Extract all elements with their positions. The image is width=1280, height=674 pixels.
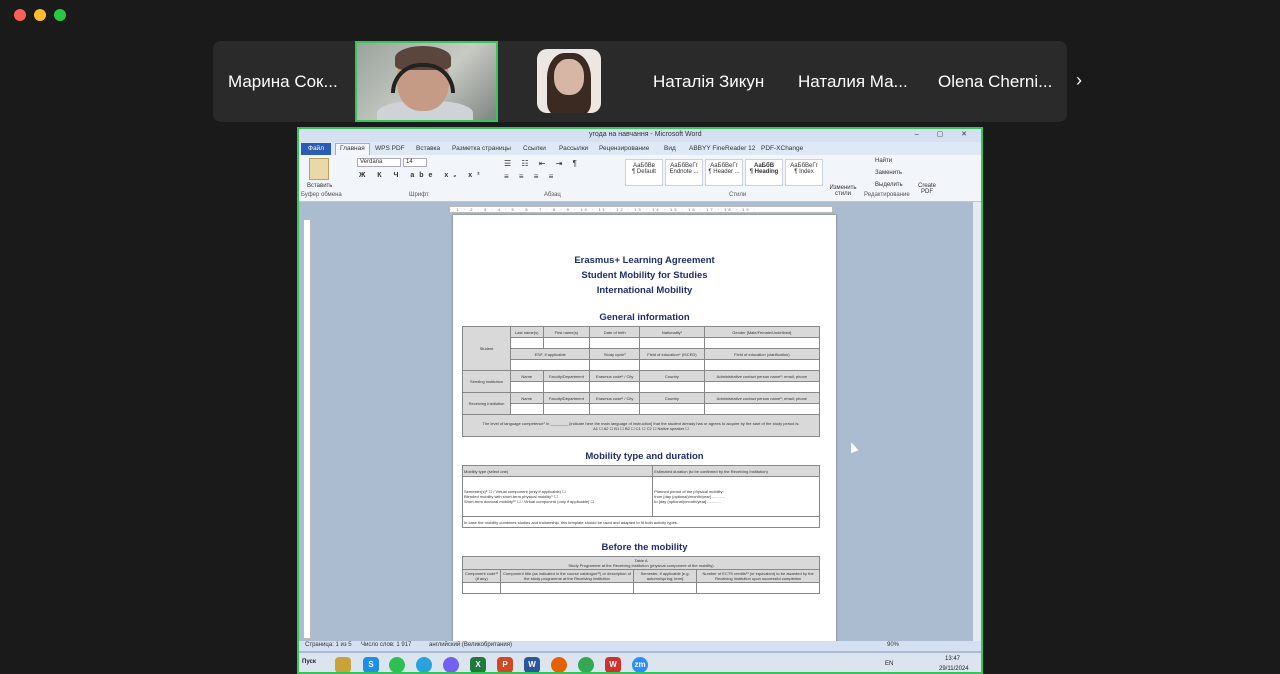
close-button[interactable] — [14, 9, 26, 21]
page-count[interactable]: Страница: 1 из 5 — [305, 642, 352, 648]
participant-name-2[interactable]: Наталія Зикун — [653, 72, 764, 92]
horizontal-ruler[interactable]: · 1 · 2 · 3 · 4 · 5 · 6 · 7 · 8 · 9 · 10… — [449, 206, 833, 213]
zoom-level[interactable]: 90% — [887, 642, 899, 648]
style-index[interactable]: АаБбВеГг ¶ Index — [785, 159, 823, 186]
word-titlebar: угода на навчання - Microsoft Word – ▢ ✕ — [299, 129, 981, 142]
group-clipboard: Буфер обмена — [301, 192, 342, 198]
font-name-select[interactable]: Verdana — [357, 158, 401, 167]
document-page[interactable]: Erasmus+ Learning Agreement Student Mobi… — [453, 215, 836, 645]
section-general: General information — [599, 312, 690, 323]
participant-name-3[interactable]: Наталия Ма... — [798, 72, 908, 92]
doc-heading-3: International Mobility — [596, 285, 693, 296]
participant-avatar[interactable] — [537, 49, 601, 113]
shared-screen-word: угода на навчання - Microsoft Word – ▢ ✕… — [297, 127, 983, 674]
paragraph-buttons[interactable]: ☰ ☷ ⇤ ⇥ ¶ — [504, 159, 581, 168]
tab-wps-pdf[interactable]: WPS PDF — [375, 145, 405, 152]
tab-references[interactable]: Ссылки — [523, 145, 546, 152]
change-styles-button[interactable]: Изменить стили — [829, 185, 857, 197]
select-button[interactable]: Выделить — [875, 182, 903, 188]
tab-layout[interactable]: Разметка страницы — [452, 145, 511, 152]
doc-heading-1: Erasmus+ Learning Agreement — [574, 255, 715, 266]
chrome-icon[interactable] — [578, 657, 594, 672]
style-default[interactable]: АаБбВв ¶ Default — [625, 159, 663, 186]
vertical-scrollbar[interactable] — [973, 202, 981, 642]
tab-view[interactable]: Вид — [664, 145, 676, 152]
participant-video-active[interactable] — [355, 41, 498, 122]
tab-mailings[interactable]: Рассылки — [559, 145, 588, 152]
create-pdf-button[interactable]: Create PDF — [915, 183, 939, 195]
style-heading[interactable]: АаБбВ ¶ Heading — [745, 159, 783, 186]
status-bar: Страница: 1 из 5 Число слов: 1 917 англи… — [299, 641, 981, 651]
tab-abbyy[interactable]: ABBYY FineReader 12 — [689, 145, 755, 152]
clock-date[interactable]: 29/11/2024 — [939, 666, 969, 672]
keyboard-language[interactable]: EN — [885, 661, 893, 667]
clock-time[interactable]: 13:47 — [945, 656, 960, 662]
group-paragraph: Абзац — [544, 192, 561, 198]
window-buttons[interactable]: – ▢ ✕ — [915, 130, 975, 138]
section-before: Before the mobility — [601, 542, 688, 553]
paste-icon[interactable] — [309, 158, 329, 180]
participant-name-1[interactable]: Марина Сок... — [228, 72, 338, 92]
powerpoint-icon[interactable]: P — [497, 657, 513, 672]
mobility-table: Mobility type (select one) Estimated dura… — [461, 465, 820, 528]
student-label: Student — [462, 326, 511, 371]
excel-icon[interactable]: X — [470, 657, 486, 672]
align-buttons[interactable]: ≡ ≡ ≡ ≡ — [504, 172, 557, 181]
group-font: Шрифт — [409, 192, 429, 198]
participant-name-4[interactable]: Olena Cherni... — [938, 72, 1052, 92]
start-button[interactable]: Пуск — [302, 659, 316, 665]
ribbon-tabs: Файл Главная WPS PDF Вставка Разметка ст… — [299, 142, 981, 155]
viber-icon[interactable] — [443, 657, 459, 672]
font-size-select[interactable]: 14 — [403, 158, 427, 167]
language-status[interactable]: английский (Великобритания) — [429, 642, 512, 648]
paste-label[interactable]: Вставить — [307, 183, 332, 189]
tab-pdf-xchange[interactable]: PDF-XChange — [761, 145, 803, 152]
word-count[interactable]: Число слов: 1 917 — [361, 642, 411, 648]
section-mobility: Mobility type and duration — [585, 451, 704, 462]
maximize-button[interactable] — [54, 9, 66, 21]
word-icon[interactable]: W — [524, 657, 540, 672]
group-styles: Стили — [729, 192, 747, 198]
wps-icon[interactable]: W — [605, 657, 621, 672]
skype-icon[interactable]: S — [363, 657, 379, 672]
general-info-table: Student Last name(s) First name(s) Date of… — [462, 326, 821, 437]
telegram-icon[interactable] — [416, 657, 432, 672]
find-button[interactable]: Найти — [875, 158, 892, 164]
zoom-icon[interactable]: zm — [632, 657, 648, 672]
doc-heading-2: Student Mobility for Studies — [581, 270, 708, 281]
ribbon: Вставить Verdana 14 Ж К Ч abe x₂ x² ☰ ☷ … — [299, 155, 981, 202]
window-controls — [14, 9, 66, 21]
minimize-button[interactable] — [34, 9, 46, 21]
windows-taskbar: Пуск S X P W W zm EN 13:47 29/11/2024 — [299, 653, 981, 672]
font-format-buttons[interactable]: Ж К Ч abe x₂ x² — [359, 172, 485, 179]
replace-button[interactable]: Заменить — [875, 170, 902, 176]
tab-insert[interactable]: Вставка — [416, 145, 440, 152]
whatsapp-icon[interactable] — [389, 657, 405, 672]
style-header[interactable]: АаБбВеГг ¶ Header ... — [705, 159, 743, 186]
table-a: Table A Study Programme at the Receiving … — [461, 556, 820, 594]
tab-review[interactable]: Рецензирование — [599, 145, 649, 152]
folder-icon[interactable] — [335, 657, 351, 672]
tab-home[interactable]: Главная — [335, 143, 370, 155]
window-title: угода на навчання - Microsoft Word — [589, 131, 702, 138]
group-editing: Редактирование — [864, 192, 910, 198]
tab-file[interactable]: Файл — [301, 143, 331, 155]
firefox-icon[interactable] — [551, 657, 567, 672]
style-endnote[interactable]: АаБбВеГг Endnote ... — [665, 159, 703, 186]
vertical-ruler[interactable] — [303, 219, 311, 639]
chevron-right-icon[interactable]: › — [1076, 70, 1082, 91]
